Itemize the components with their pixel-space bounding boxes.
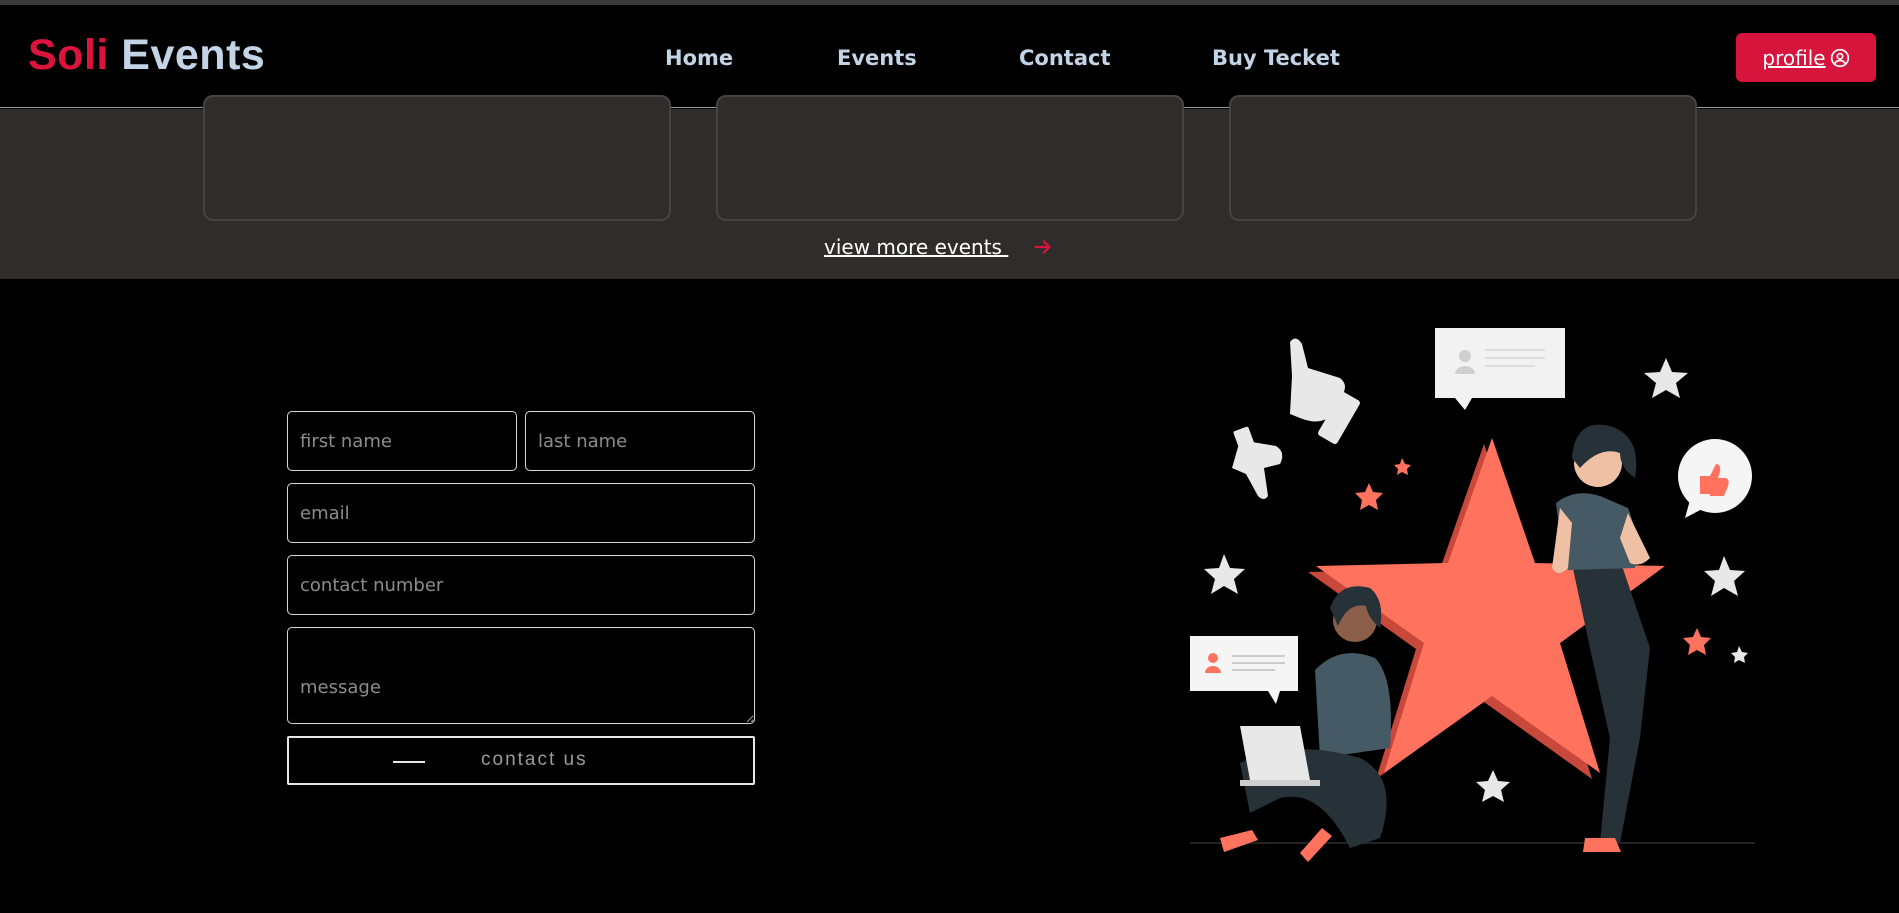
main-nav: Home Events Contact Buy Tecket <box>0 46 1899 76</box>
email-input[interactable] <box>287 483 755 543</box>
nav-home[interactable]: Home <box>665 46 733 70</box>
view-more-events-label: view more events <box>824 235 1009 259</box>
last-name-input[interactable] <box>525 411 755 471</box>
contact-us-button[interactable]: contact us <box>287 736 755 785</box>
event-card[interactable] <box>716 95 1184 221</box>
first-name-input[interactable] <box>287 411 517 471</box>
nav-events[interactable]: Events <box>837 46 917 70</box>
event-card[interactable] <box>1229 95 1697 221</box>
profile-button-label: profile <box>1762 45 1826 70</box>
profile-button[interactable]: profile <box>1736 33 1876 82</box>
nav-contact[interactable]: Contact <box>1019 46 1111 70</box>
site-header: Soli Events Home Events Contact Buy Teck… <box>0 5 1899 108</box>
user-circle-icon <box>1830 48 1849 67</box>
contact-us-label: contact us <box>481 749 588 770</box>
view-more-events-link[interactable]: view more events <box>824 235 1054 259</box>
message-textarea[interactable] <box>287 627 755 724</box>
nav-buy-ticket[interactable]: Buy Tecket <box>1212 46 1340 70</box>
arrow-right-icon <box>1034 240 1051 254</box>
button-dash-decoration <box>393 761 425 763</box>
events-section: view more events <box>0 95 1899 279</box>
feedback-illustration <box>1190 328 1755 862</box>
event-card[interactable] <box>203 95 671 221</box>
contact-number-input[interactable] <box>287 555 755 615</box>
